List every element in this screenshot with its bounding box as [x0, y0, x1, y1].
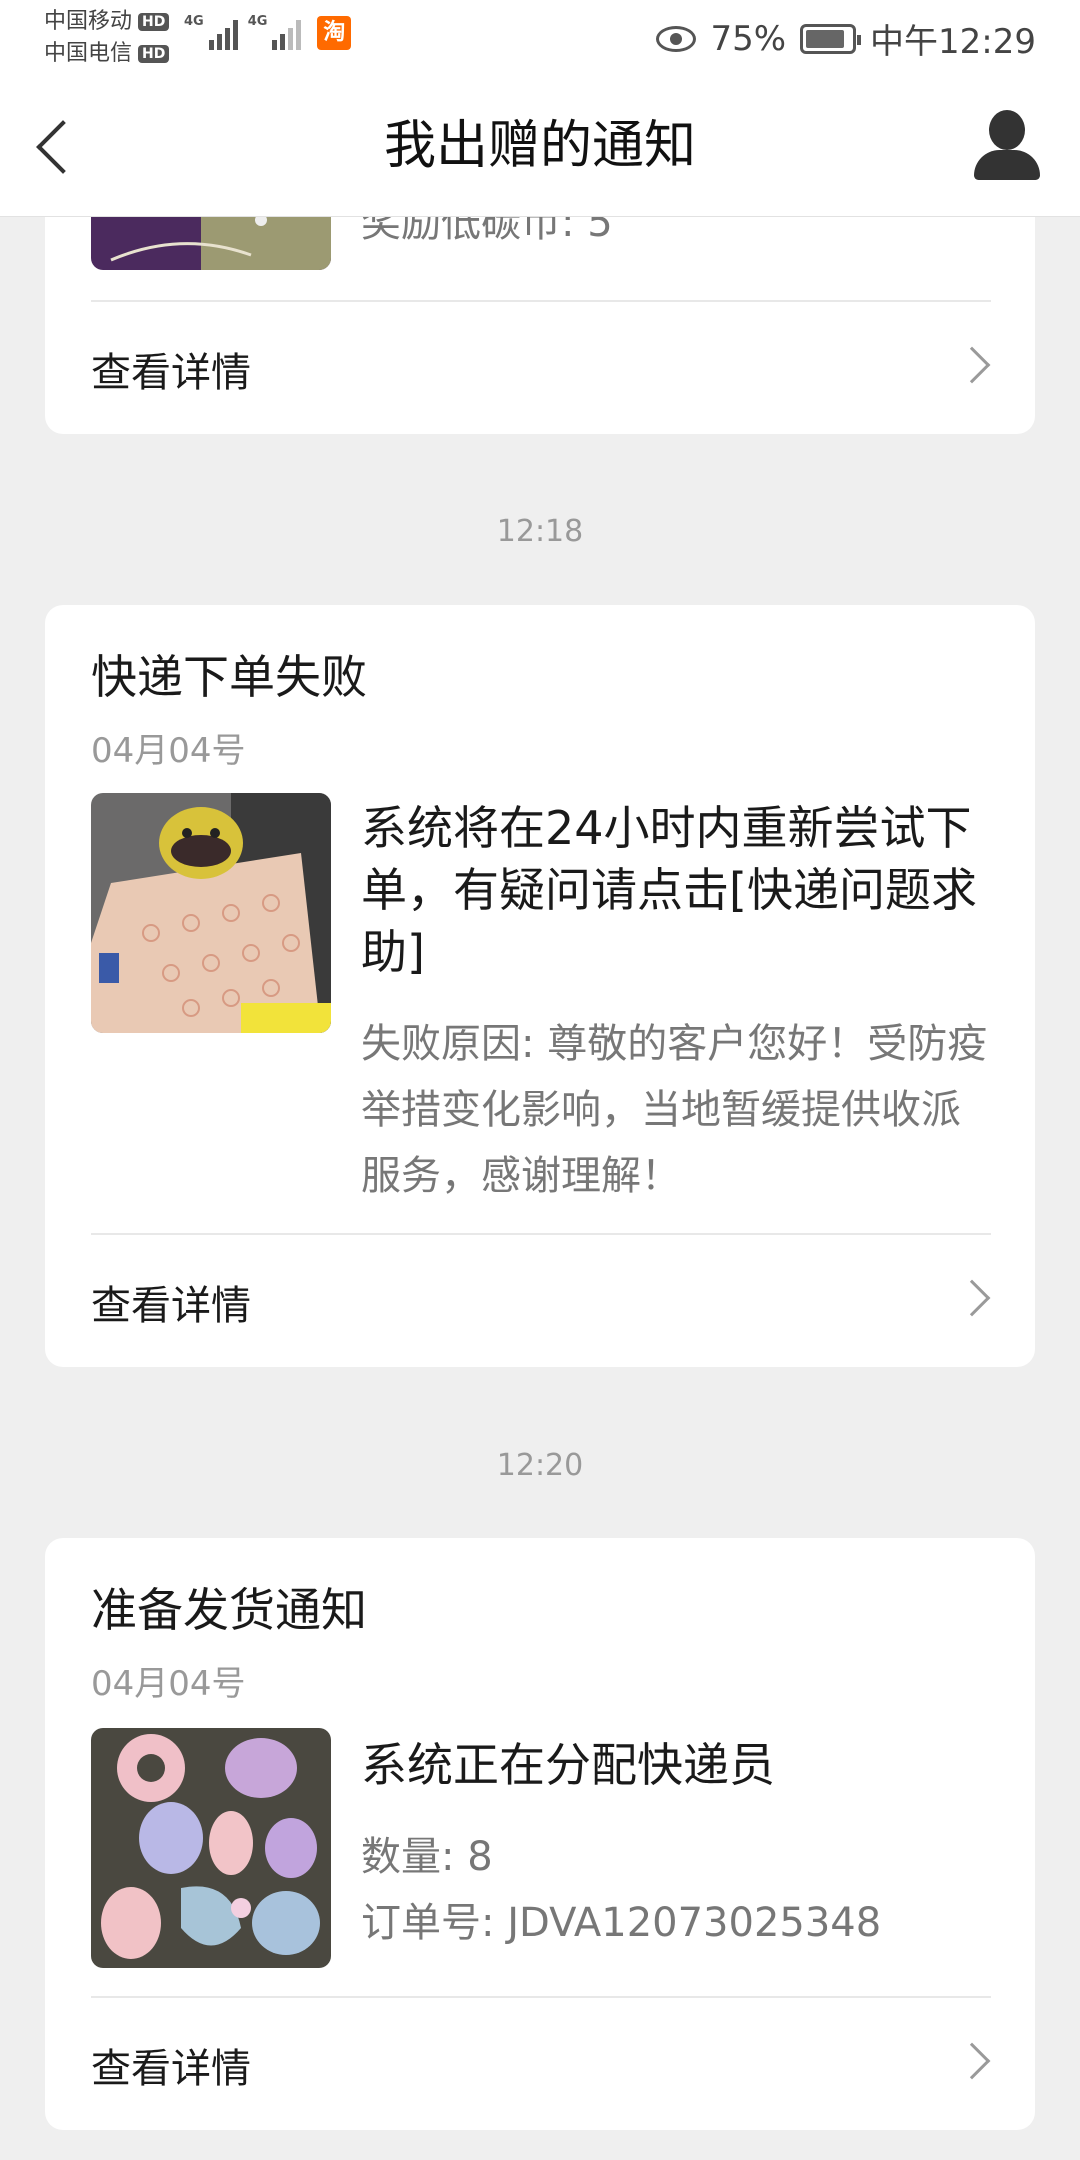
profile-button[interactable]: [972, 110, 1042, 180]
hd-badge: HD: [138, 13, 170, 31]
carrier-name: 中国移动: [44, 9, 133, 34]
hd-badge: HD: [138, 45, 170, 63]
product-thumbnail[interactable]: [91, 793, 331, 1033]
user-icon: [989, 110, 1025, 150]
status-right: 75% 中午12:29: [656, 14, 1036, 63]
product-thumbnail[interactable]: [91, 1728, 331, 1968]
page-title: 我出赠的通知: [383, 116, 696, 176]
quantity-text: 数量: 8: [361, 1834, 493, 1880]
view-details-label: 查看详情: [91, 1283, 251, 1329]
chevron-right-icon: [953, 346, 991, 384]
nav-bar: 我出赠的通知: [0, 78, 1080, 216]
signal-icon: 4G: [248, 14, 302, 50]
signal-indicators: 4G 4G 淘: [184, 14, 352, 50]
failure-reason: 失败原因: 尊敬的客户您好！受防疫举措变化影响，当地暂缓提供收派服务，感谢理解！: [361, 1021, 988, 1199]
view-details-label: 查看详情: [91, 2046, 251, 2092]
view-details-button[interactable]: 查看详情: [45, 1998, 1035, 2128]
clock: 中午12:29: [870, 22, 1036, 62]
notification-title: 快递下单失败: [91, 650, 367, 704]
battery-percent: 75%: [710, 18, 787, 59]
notification-date: 04月04号: [91, 731, 246, 771]
notification-card: 快递下单失败 04月04号 系统将在24小时内重新尝试下单，有疑问请点击[快递问…: [45, 605, 1035, 1367]
eye-icon: [656, 25, 697, 52]
view-details-button[interactable]: 查看详情: [45, 302, 1035, 432]
view-details-button[interactable]: 查看详情: [45, 1235, 1035, 1365]
timestamp: 12:20: [496, 1448, 584, 1483]
carrier-name: 中国电信: [44, 41, 133, 66]
carrier-info: 中国移动 HD 中国电信 HD: [44, 6, 170, 70]
chevron-right-icon: [953, 1279, 991, 1317]
signal-icon: 4G: [184, 14, 238, 50]
notification-date: 04月04号: [91, 1664, 246, 1704]
taobao-app-icon: 淘: [317, 16, 352, 50]
notification-card: 准备发货通知 04月04号 系统正在分配快递员 数量: 8 订单号: JDVA1…: [45, 1538, 1035, 2130]
chevron-right-icon: [953, 2042, 991, 2080]
battery-icon: [800, 23, 862, 54]
timestamp: 12:18: [496, 514, 584, 549]
notification-message: 系统正在分配快递员: [361, 1738, 775, 1792]
order-number: 订单号: JDVA12073025348: [361, 1900, 882, 1946]
notification-title: 准备发货通知: [91, 1583, 367, 1637]
view-details-label: 查看详情: [91, 350, 251, 396]
notification-message: 系统将在24小时内重新尝试下单，有疑问请点击[快递问题求助]: [361, 801, 977, 979]
status-bar: 中国移动 HD 中国电信 HD 4G 4G 淘 75% 中午12:29: [0, 0, 1080, 78]
